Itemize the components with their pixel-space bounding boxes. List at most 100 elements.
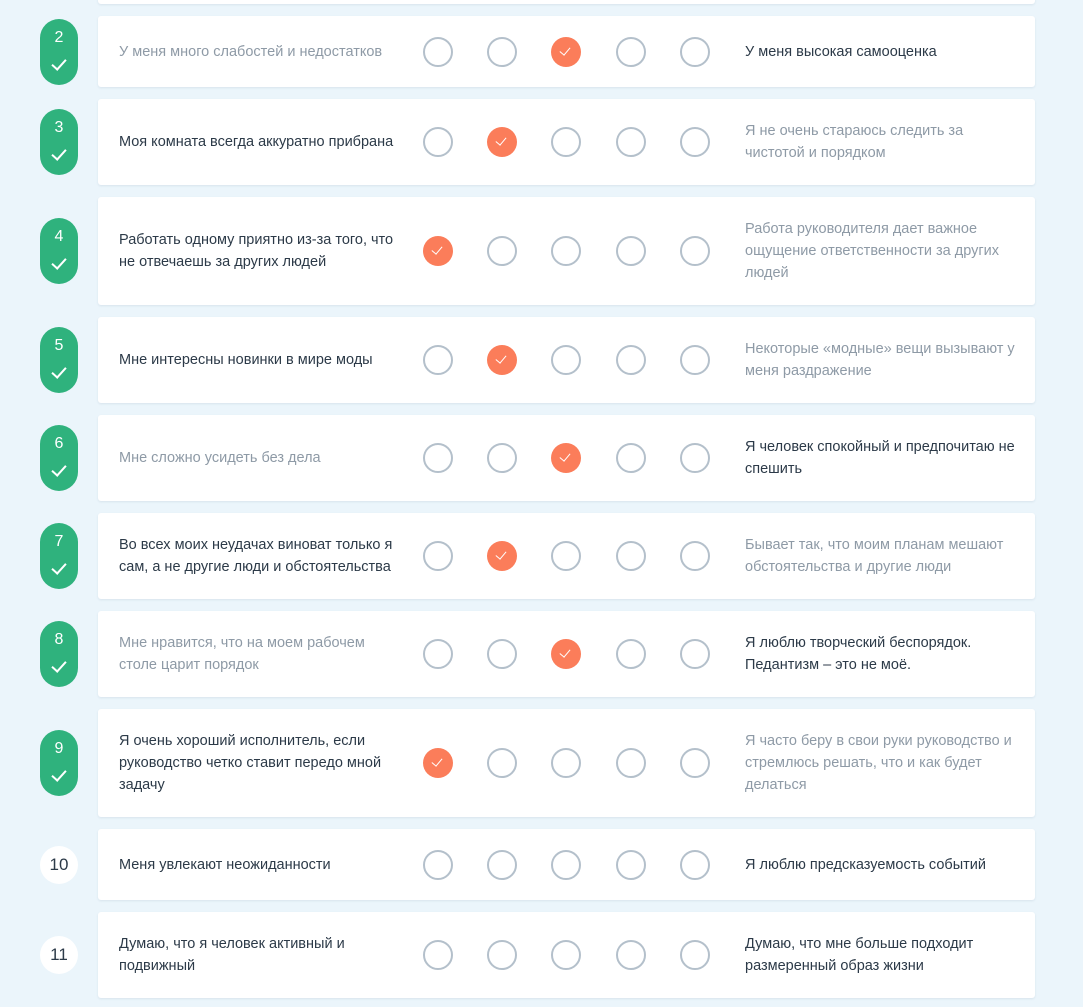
scale-option[interactable] bbox=[616, 236, 646, 266]
scale-option[interactable] bbox=[487, 748, 517, 778]
scale-option[interactable] bbox=[680, 639, 710, 669]
scale-option[interactable] bbox=[487, 849, 517, 880]
scale-option[interactable] bbox=[551, 345, 581, 375]
scale-option[interactable] bbox=[616, 748, 646, 778]
scale-option[interactable] bbox=[616, 345, 646, 375]
scale-option[interactable] bbox=[551, 748, 581, 778]
question-number: 11 bbox=[40, 936, 78, 974]
question-number: 2 bbox=[54, 28, 64, 46]
scale-option[interactable] bbox=[423, 639, 453, 669]
question-row: 3 Моя комната всегда аккуратно прибрана Я … bbox=[0, 99, 1083, 185]
scale-option[interactable] bbox=[487, 443, 517, 473]
question-row: 11 Думаю, что я человек активный и подвиж… bbox=[0, 912, 1083, 998]
left-statement: Думаю, что я человек активный и подвижны… bbox=[119, 936, 345, 974]
check-icon bbox=[51, 766, 67, 782]
left-statement: У меня много слабостей и недостатков bbox=[119, 43, 383, 60]
question-number: 10 bbox=[40, 845, 78, 884]
check-icon bbox=[51, 54, 67, 71]
question-row: 7 Во всех моих неудачах виноват только я … bbox=[0, 513, 1083, 599]
check-icon bbox=[51, 254, 67, 270]
right-statement: У меня высокая самооценка bbox=[745, 43, 937, 60]
scale-option[interactable] bbox=[551, 849, 581, 880]
question-row: 4 Работать одному приятно из-за того, что… bbox=[0, 197, 1083, 305]
previous-question-card bbox=[98, 0, 1035, 4]
scale-option[interactable] bbox=[487, 940, 517, 970]
right-statement: Работа руководителя дает важное ощущение… bbox=[745, 221, 1000, 281]
scale-option[interactable] bbox=[616, 541, 646, 571]
scale-option[interactable] bbox=[487, 236, 517, 266]
question-number: 5 bbox=[54, 337, 64, 354]
check-icon bbox=[51, 145, 67, 161]
question-row: 8 Мне нравится, что на моем рабочем столе… bbox=[0, 611, 1083, 697]
scale-option-selected[interactable] bbox=[551, 443, 581, 473]
scale-option[interactable] bbox=[680, 541, 710, 571]
scale-option-selected[interactable] bbox=[551, 639, 581, 669]
question-row: 2 У меня много слабостей и недостатков У м… bbox=[0, 16, 1083, 87]
scale-option[interactable] bbox=[423, 541, 453, 571]
question-number: 8 bbox=[54, 631, 64, 648]
scale-option-selected[interactable] bbox=[487, 345, 517, 375]
scale-option[interactable] bbox=[616, 940, 646, 970]
right-statement: Думаю, что мне больше подходит размеренн… bbox=[745, 936, 974, 974]
left-statement: Я очень хороший исполнитель, если руково… bbox=[119, 733, 382, 793]
scale-option[interactable] bbox=[616, 849, 646, 880]
right-statement: Бывает так, что моим планам мешают обсто… bbox=[745, 537, 1004, 575]
scale-option[interactable] bbox=[551, 940, 581, 970]
scale-option[interactable] bbox=[423, 849, 453, 880]
scale-option-selected[interactable] bbox=[551, 36, 581, 67]
right-statement: Я человек спокойный и предпочитаю не спе… bbox=[745, 439, 1015, 477]
question-number: 9 bbox=[54, 740, 64, 757]
right-statement: Я люблю творческий беспорядок. Педантизм… bbox=[745, 635, 972, 673]
question-number-badge: 6 bbox=[40, 425, 78, 491]
question-row: 6 Мне сложно усидеть без дела Я человек сп… bbox=[0, 415, 1083, 501]
scale-option[interactable] bbox=[680, 345, 710, 375]
question-number-badge: 4 bbox=[40, 218, 78, 284]
scale-option-selected[interactable] bbox=[487, 541, 517, 571]
scale-option[interactable] bbox=[423, 36, 453, 67]
scale-option[interactable] bbox=[680, 940, 710, 970]
scale-option-selected[interactable] bbox=[487, 127, 517, 157]
scale-option[interactable] bbox=[616, 127, 646, 157]
left-statement: Мне нравится, что на моем рабочем столе … bbox=[119, 635, 365, 673]
scale-option[interactable] bbox=[680, 849, 710, 880]
scale-option[interactable] bbox=[680, 36, 710, 67]
scale-option[interactable] bbox=[616, 639, 646, 669]
scale-option[interactable] bbox=[551, 541, 581, 571]
question-number-badge: 3 bbox=[40, 109, 78, 175]
scale-option-selected[interactable] bbox=[423, 236, 453, 266]
scale-option[interactable] bbox=[616, 36, 646, 67]
scale-option[interactable] bbox=[616, 443, 646, 473]
left-statement: Мне интересны новинки в мире моды bbox=[119, 352, 373, 368]
question-row: 9 Я очень хороший исполнитель, если руков… bbox=[0, 709, 1083, 817]
question-number: 4 bbox=[54, 228, 64, 245]
scale-option[interactable] bbox=[551, 236, 581, 266]
left-statement: Работать одному приятно из-за того, что … bbox=[119, 232, 394, 270]
right-statement: Некоторые «модные» вещи вызывают у меня … bbox=[745, 341, 1015, 379]
scale-option[interactable] bbox=[487, 36, 517, 67]
question-row: 10 Меня увлекают неожиданности Я люблю пре… bbox=[0, 829, 1083, 900]
question-number: 3 bbox=[54, 119, 64, 136]
scale-option[interactable] bbox=[487, 639, 517, 669]
check-icon bbox=[51, 559, 67, 575]
left-statement: Моя комната всегда аккуратно прибрана bbox=[119, 134, 394, 150]
scale-option[interactable] bbox=[423, 127, 453, 157]
scale-option[interactable] bbox=[551, 127, 581, 157]
scale-option-selected[interactable] bbox=[423, 748, 453, 778]
scale-option[interactable] bbox=[680, 127, 710, 157]
question-number: 7 bbox=[54, 533, 64, 550]
scale-option[interactable] bbox=[423, 940, 453, 970]
right-statement: Я люблю предсказуемость событий bbox=[745, 856, 986, 873]
check-icon bbox=[51, 461, 67, 477]
scale-option[interactable] bbox=[423, 345, 453, 375]
questionnaire-page: 2 У меня много слабостей и недостатков У м… bbox=[0, 0, 1083, 1007]
scale-option[interactable] bbox=[423, 443, 453, 473]
check-icon bbox=[51, 363, 67, 379]
left-statement: Во всех моих неудачах виноват только я с… bbox=[119, 537, 393, 575]
scale-option[interactable] bbox=[680, 236, 710, 266]
scale-option[interactable] bbox=[680, 443, 710, 473]
scale-option[interactable] bbox=[680, 748, 710, 778]
question-number-badge: 8 bbox=[40, 621, 78, 687]
question-row: 5 Мне интересны новинки в мире моды Некото… bbox=[0, 317, 1083, 403]
question-number-badge: 7 bbox=[40, 523, 78, 589]
left-statement: Меня увлекают неожиданности bbox=[119, 856, 331, 873]
